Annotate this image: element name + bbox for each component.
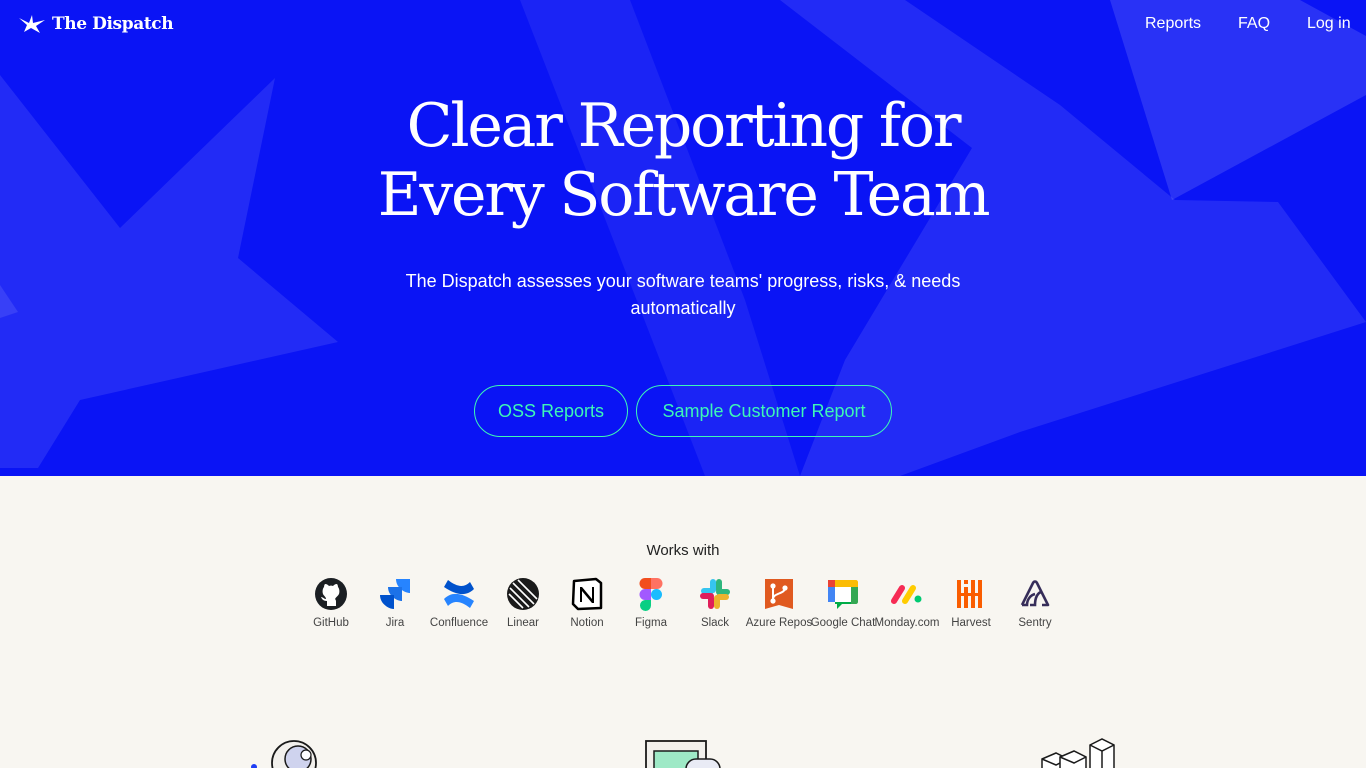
integration-google-chat: Google Chat: [808, 577, 878, 631]
blocks-illustration: [1041, 738, 1115, 768]
integration-label: Linear: [507, 617, 539, 629]
confluence-icon: [444, 580, 474, 608]
integration-monday: Monday.com: [872, 577, 942, 631]
magnifier-illustration: [251, 740, 317, 768]
figma-icon: [639, 578, 663, 611]
document-illustration: [645, 740, 721, 768]
integration-github: GitHub: [296, 577, 366, 631]
integration-label: Sentry: [1018, 617, 1052, 629]
integration-label: Jira: [385, 617, 405, 629]
integration-label: Azure Repos: [745, 617, 813, 629]
integration-jira: Jira: [360, 577, 430, 631]
headline-line-1: Clear Reporting for: [406, 91, 962, 161]
jira-icon: [380, 579, 410, 609]
integration-harvest: Harvest: [936, 577, 1006, 631]
integration-notion: Notion: [552, 577, 622, 631]
integration-confluence: Confluence: [424, 577, 494, 631]
linear-icon: [507, 578, 539, 610]
integration-label: Confluence: [429, 617, 489, 629]
integration-sentry: Sentry: [1000, 577, 1070, 631]
nav-faq-link[interactable]: FAQ: [1238, 15, 1270, 33]
works-with-heading: Works with: [646, 542, 720, 559]
nav-reports-link[interactable]: Reports: [1145, 15, 1201, 33]
brand-name: The Dispatch: [52, 14, 174, 34]
hero-section: The Dispatch Reports FAQ Log in Clear Re…: [0, 0, 1366, 476]
integration-slack: Slack: [680, 577, 750, 631]
integration-label: Slack: [700, 617, 730, 629]
google-chat-icon: [828, 580, 858, 609]
github-icon: [315, 578, 347, 610]
integration-label: Google Chat: [810, 617, 876, 629]
hero-subheadline: The Dispatch assesses your software team…: [405, 271, 961, 318]
logo-link[interactable]: The Dispatch: [18, 13, 174, 35]
sentry-icon: [1020, 580, 1050, 607]
integration-azure-repos: Azure Repos: [744, 577, 814, 631]
headline-line-2: Every Software Team: [377, 160, 991, 230]
integration-label: GitHub: [313, 617, 349, 629]
integration-label: Notion: [570, 617, 604, 629]
integration-label: Figma: [635, 617, 667, 629]
sample-customer-report-button[interactable]: Sample Customer Report: [636, 385, 892, 437]
nav-login-link[interactable]: Log in: [1307, 15, 1351, 33]
integration-figma: Figma: [616, 577, 686, 631]
oss-reports-button[interactable]: OSS Reports: [474, 385, 628, 437]
harvest-icon: [957, 580, 982, 608]
hero-headline: Clear Reporting for Every Software Team: [0, 92, 1366, 230]
bird-logo-icon: [19, 15, 45, 33]
integration-linear: Linear: [488, 577, 558, 631]
azure-repos-icon: [765, 579, 793, 609]
integration-label: Harvest: [951, 617, 991, 629]
slack-icon: [700, 579, 730, 609]
notion-icon: [571, 577, 603, 611]
monday-icon: [891, 585, 922, 604]
integration-label: Monday.com: [874, 617, 940, 629]
